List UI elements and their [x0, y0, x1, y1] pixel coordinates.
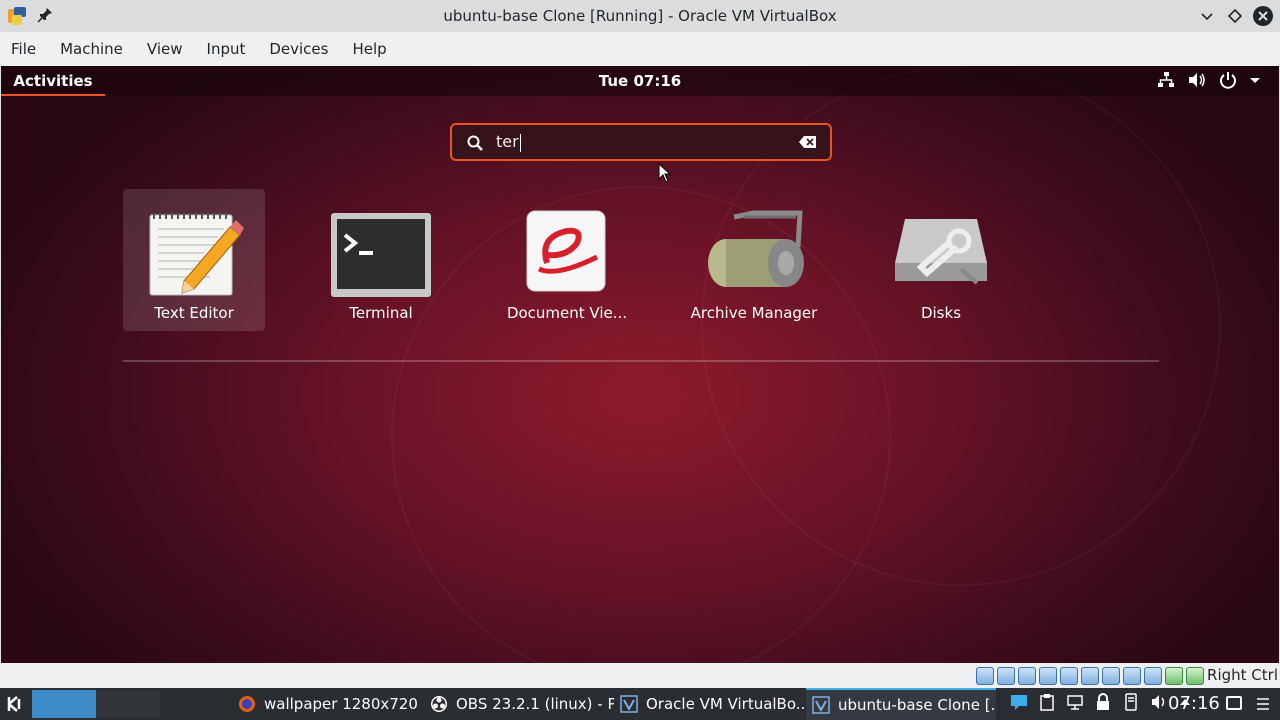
- app-disks[interactable]: Disks: [870, 189, 1012, 331]
- mouse-integration-icon[interactable]: [1165, 667, 1183, 685]
- recording-icon[interactable]: [1123, 667, 1141, 685]
- task-label: OBS 23.2.1 (linux) - P...: [456, 695, 614, 713]
- shared-folders-icon[interactable]: [1081, 667, 1099, 685]
- menu-help[interactable]: Help: [340, 32, 398, 66]
- task-label: Oracle VM VirtualBo...: [646, 695, 804, 713]
- kde-launcher-icon[interactable]: [4, 693, 26, 715]
- app-terminal[interactable]: Terminal: [310, 189, 452, 331]
- firefox-icon: [239, 696, 255, 712]
- search-input[interactable]: ter: [496, 125, 786, 159]
- optical-drive-icon[interactable]: [997, 667, 1015, 685]
- menu-devices[interactable]: Devices: [257, 32, 340, 66]
- app-text-editor[interactable]: Text Editor: [123, 189, 265, 331]
- cpu-icon[interactable]: [1144, 667, 1162, 685]
- search-results: Text Editor Terminal Document Vie... Arc…: [1, 189, 1279, 331]
- menu-machine[interactable]: Machine: [48, 32, 135, 66]
- task-virtualbox-manager[interactable]: Oracle VM VirtualBo...: [614, 688, 804, 720]
- task-label: wallpaper 1280x720 ...: [264, 695, 422, 713]
- top-bar-clock[interactable]: Tue 07:16: [1, 66, 1279, 96]
- display-icon[interactable]: [1102, 667, 1120, 685]
- system-menu[interactable]: [1157, 71, 1261, 89]
- virtualbox-icon: [620, 695, 638, 713]
- keyboard-capture-icon[interactable]: [1186, 667, 1204, 685]
- task-virtualbox-vm[interactable]: ubuntu-base Clone [...: [806, 688, 996, 720]
- task-obs[interactable]: OBS 23.2.1 (linux) - P...: [424, 688, 614, 720]
- hard-disk-icon[interactable]: [976, 667, 994, 685]
- network-icon[interactable]: [1066, 693, 1084, 711]
- close-icon[interactable]: [1252, 5, 1274, 27]
- document-viewer-icon: [526, 210, 606, 292]
- volume-icon[interactable]: [1187, 71, 1207, 89]
- clear-search-icon[interactable]: [798, 134, 818, 150]
- app-label: Disks: [920, 304, 962, 322]
- show-desktop-icon[interactable]: [1226, 696, 1242, 710]
- audio-icon[interactable]: [1018, 667, 1036, 685]
- app-label: Document Vie...: [506, 304, 628, 322]
- volume-icon[interactable]: [1150, 693, 1168, 711]
- network-icon[interactable]: [1157, 71, 1175, 89]
- taskbar-clock[interactable]: 07:16: [1168, 688, 1220, 720]
- text-caret: [519, 133, 521, 152]
- virtualbox-status-bar: Right Ctrl: [0, 663, 1280, 688]
- task-label: ubuntu-base Clone [...: [838, 696, 996, 714]
- text-editor-icon: [149, 213, 244, 296]
- vm-device-indicators: [976, 667, 1204, 685]
- window-title: ubuntu-base Clone [Running] - Oracle VM …: [443, 7, 837, 25]
- window-titlebar: ubuntu-base Clone [Running] - Oracle VM …: [0, 0, 1280, 32]
- gnome-top-bar: Activities Tue 07:16: [1, 66, 1279, 96]
- guest-screen[interactable]: Activities Tue 07:16 ter Text Editor Ter…: [1, 66, 1279, 663]
- clipboard-icon[interactable]: [1038, 693, 1056, 711]
- mouse-cursor-icon: [658, 163, 672, 183]
- menu-input[interactable]: Input: [195, 32, 258, 66]
- usb-icon[interactable]: [1060, 667, 1078, 685]
- menu-bar: File Machine View Input Devices Help: [0, 32, 1280, 66]
- system-tray: [1010, 693, 1192, 711]
- app-label: Archive Manager: [690, 304, 818, 322]
- app-label: Terminal: [349, 304, 413, 322]
- disks-icon: [895, 219, 987, 285]
- menu-file[interactable]: File: [0, 32, 48, 66]
- search-box[interactable]: ter: [450, 123, 832, 161]
- desktop-1[interactable]: [32, 690, 96, 718]
- desktop-pager[interactable]: [32, 690, 160, 718]
- host-taskbar: wallpaper 1280x720 ... OBS 23.2.1 (linux…: [0, 688, 1280, 720]
- obs-icon: [431, 696, 447, 712]
- results-divider: [123, 360, 1159, 362]
- task-firefox[interactable]: wallpaper 1280x720 ...: [232, 688, 422, 720]
- app-label: Text Editor: [154, 304, 234, 322]
- archive-manager-icon: [708, 210, 804, 287]
- chat-icon[interactable]: [1010, 693, 1028, 711]
- host-key-label: Right Ctrl: [1207, 666, 1278, 684]
- network-adapter-icon[interactable]: [1039, 667, 1057, 685]
- app-archive-manager[interactable]: Archive Manager: [683, 189, 825, 331]
- virtualbox-icon: [812, 696, 830, 714]
- terminal-icon: [331, 213, 431, 297]
- minimize-icon[interactable]: [1196, 5, 1218, 27]
- lock-icon[interactable]: [1094, 693, 1112, 711]
- search-icon: [467, 135, 483, 151]
- chevron-down-icon[interactable]: [1249, 71, 1261, 89]
- desktop-2[interactable]: [96, 690, 160, 718]
- storage-icon[interactable]: [1122, 693, 1140, 711]
- maximize-icon[interactable]: [1224, 5, 1246, 27]
- panel-menu-icon[interactable]: [1256, 696, 1270, 712]
- menu-view[interactable]: View: [135, 32, 195, 66]
- power-icon[interactable]: [1219, 71, 1237, 89]
- app-document-viewer[interactable]: Document Vie...: [496, 189, 638, 331]
